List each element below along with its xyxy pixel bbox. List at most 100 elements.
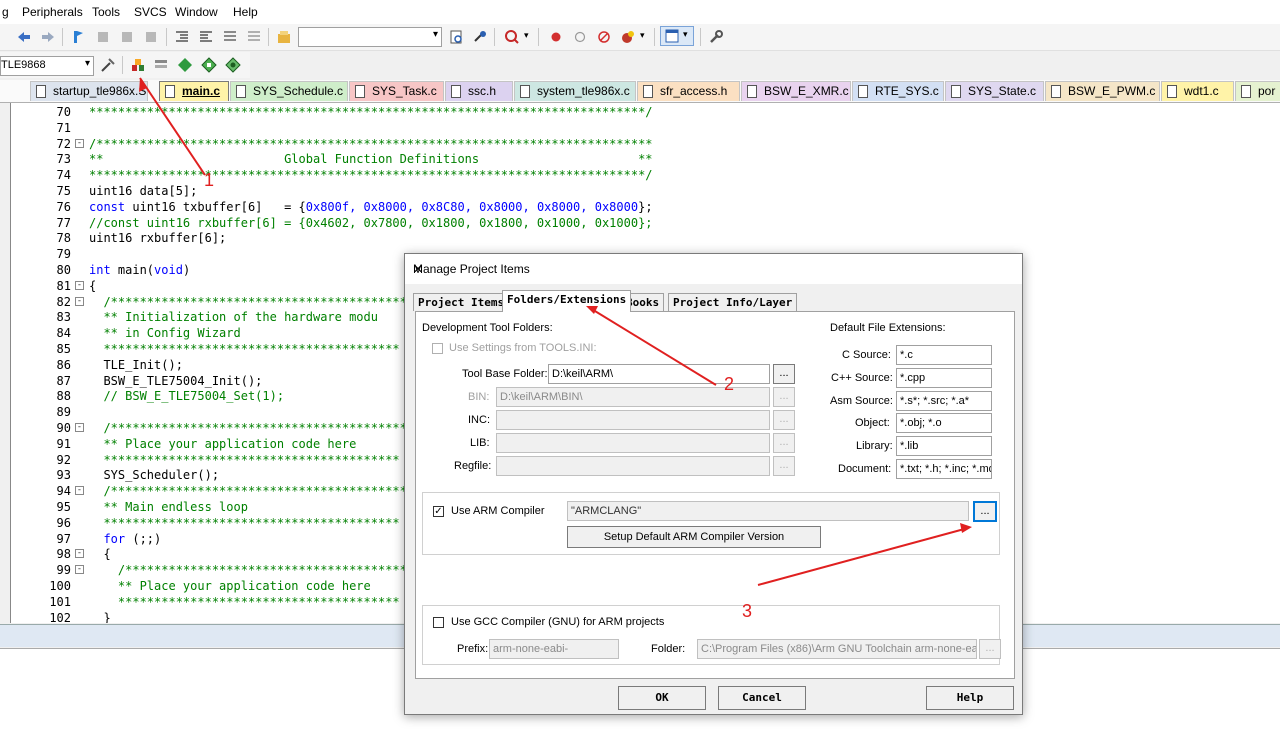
bookmark-icon[interactable] <box>70 29 86 45</box>
tab-wdt1-c[interactable]: wdt1.c <box>1161 81 1234 101</box>
asm-source-input[interactable]: *.s*; *.src; *.a* <box>896 391 992 411</box>
code-line[interactable]: 76 const uint16 txbuffer[6] = {0x800f, 0x… <box>11 199 1280 215</box>
menu-item-help[interactable]: Help <box>233 5 258 19</box>
uncomment-icon[interactable] <box>246 29 262 45</box>
code-line[interactable]: 71 <box>11 120 1280 136</box>
cancel-button[interactable]: Cancel <box>718 686 806 710</box>
fold-toggle-icon[interactable]: - <box>75 296 84 306</box>
document-input[interactable]: *.txt; *.h; *.inc; *.md <box>896 459 992 479</box>
tab-rte-sys-c[interactable]: RTE_SYS.c <box>852 81 944 101</box>
breakpoint-dropdown-icon[interactable]: ▾ <box>640 30 645 41</box>
tab-system-tle986x-c[interactable]: system_tle986x.c <box>514 81 636 101</box>
find-in-files-icon[interactable] <box>276 29 292 45</box>
code-line[interactable]: 78 uint16 rxbuffer[6]; <box>11 230 1280 246</box>
tab-bsw-e-pwm-c[interactable]: BSW_E_PWM.c <box>1045 81 1160 101</box>
menu-item-project[interactable]: g <box>2 5 9 19</box>
file-extensions-icon[interactable] <box>130 57 146 73</box>
c-source-input[interactable]: *.c <box>896 345 992 365</box>
cpp-source-input[interactable]: *.cpp <box>896 368 992 388</box>
fold-toggle-icon[interactable]: - <box>75 138 84 148</box>
menu-item-svcs[interactable]: SVCS <box>134 5 167 19</box>
fold-toggle-icon[interactable]: - <box>75 280 84 290</box>
inc-input[interactable] <box>496 410 770 430</box>
bookmark-clear-icon[interactable] <box>143 29 159 45</box>
use-gcc-compiler-checkbox[interactable] <box>433 617 444 628</box>
file-icon <box>1167 85 1177 98</box>
code-text: ** Global Function Definitions ** <box>89 152 653 167</box>
run-time-env-icon[interactable] <box>225 57 241 73</box>
pack-installer-icon[interactable] <box>201 57 217 73</box>
code-line[interactable]: 73 ** Global Function Definitions ** <box>11 151 1280 167</box>
use-arm-compiler-checkbox[interactable]: ✓ <box>433 506 444 517</box>
tool-base-browse-button[interactable]: ... <box>773 364 795 384</box>
fold-toggle-icon[interactable]: - <box>75 486 84 496</box>
tab-main-c[interactable]: main.c <box>159 81 229 101</box>
inc-browse-button[interactable]: ... <box>773 410 795 430</box>
fold-toggle-icon[interactable]: - <box>75 549 84 559</box>
menu-item-tools[interactable]: Tools <box>92 5 120 19</box>
object-input[interactable]: *.obj; *.o <box>896 413 992 433</box>
nav-back-icon[interactable] <box>16 29 32 45</box>
use-settings-checkbox[interactable] <box>432 343 443 354</box>
bookmark-next-icon[interactable] <box>119 29 135 45</box>
arm-compiler-browse-button[interactable]: ... <box>973 501 997 522</box>
code-line[interactable]: 70 **************************************… <box>11 104 1280 120</box>
fold-toggle-icon[interactable]: - <box>75 423 84 432</box>
tab-ssc-h[interactable]: ssc.h <box>445 81 513 101</box>
lib-browse-button[interactable]: ... <box>773 433 795 453</box>
indent-icon[interactable] <box>174 29 190 45</box>
setup-default-compiler-button[interactable]: Setup Default ARM Compiler Version <box>567 526 821 548</box>
tab-por[interactable]: por <box>1235 81 1280 101</box>
gcc-folder-input[interactable]: C:\Program Files (x86)\Arm GNU Toolchain… <box>697 639 977 659</box>
code-line[interactable]: 77 //const uint16 rxbuffer[6] = {0x4602, … <box>11 215 1280 231</box>
code-line[interactable]: 72-/************************************… <box>11 136 1280 152</box>
unindent-icon[interactable] <box>198 29 214 45</box>
manage-project-items-dialog: Manage Project Items ✕ Project Items Fol… <box>404 253 1023 715</box>
library-input[interactable]: *.lib <box>896 436 992 456</box>
menu-item-window[interactable]: Window <box>175 5 218 19</box>
select-packs-icon[interactable] <box>177 57 193 73</box>
code-line[interactable]: 75 uint16 data[5]; <box>11 183 1280 199</box>
tab-sfr-access-h[interactable]: sfr_access.h <box>637 81 740 101</box>
incremental-find-icon[interactable] <box>472 29 488 45</box>
tab-project-info-layer[interactable]: Project Info/Layer <box>668 293 798 311</box>
lib-input[interactable] <box>496 433 770 453</box>
tool-base-folder-input[interactable]: D:\keil\ARM\ <box>548 364 770 384</box>
tab-sys-state-c[interactable]: SYS_State.c <box>945 81 1044 101</box>
arm-compiler-input[interactable]: "ARMCLANG" <box>567 501 969 521</box>
configure-icon[interactable] <box>708 29 724 45</box>
debug-session-icon[interactable] <box>504 29 520 45</box>
tab-bsw-e-xmr-c[interactable]: BSW_E_XMR.c <box>741 81 851 101</box>
default-ext-label: Default File Extensions: <box>830 322 946 334</box>
kill-breakpoints-icon[interactable] <box>620 29 636 45</box>
regfile-browse-button[interactable]: ... <box>773 456 795 476</box>
target-options-icon[interactable] <box>100 57 116 73</box>
manage-components-icon[interactable] <box>153 57 169 73</box>
tab-sys-task-c[interactable]: SYS_Task.c <box>349 81 444 101</box>
code-line[interactable]: 74 **************************************… <box>11 167 1280 183</box>
window-layout-button[interactable]: ▾ <box>660 26 694 46</box>
prefix-input[interactable]: arm-none-eabi- <box>489 639 619 659</box>
tab-startup-tle986x-s[interactable]: startup_tle986x.S <box>30 81 148 101</box>
fold-toggle-icon[interactable]: - <box>75 565 84 575</box>
menu-item-peripherals[interactable]: Peripherals <box>22 5 83 19</box>
regfile-input[interactable] <box>496 456 770 476</box>
insert-breakpoint-icon[interactable] <box>548 29 564 45</box>
tab-project-items[interactable]: Project Items <box>413 293 510 311</box>
bookmark-prev-icon[interactable] <box>95 29 111 45</box>
ok-button[interactable]: OK <box>618 686 706 710</box>
tab-sys-schedule-c[interactable]: SYS_Schedule.c <box>230 81 348 101</box>
comment-icon[interactable] <box>222 29 238 45</box>
disable-breakpoints-icon[interactable] <box>596 29 612 45</box>
tab-folders-extensions[interactable]: Folders/Extensions <box>502 290 632 312</box>
find-combo[interactable]: ▾ <box>298 27 442 47</box>
find-icon[interactable] <box>448 29 464 45</box>
help-button[interactable]: Help <box>926 686 1014 710</box>
enable-breakpoint-icon[interactable] <box>572 29 588 45</box>
debug-dropdown-icon[interactable]: ▾ <box>524 30 529 41</box>
gcc-folder-browse-button[interactable]: ... <box>979 639 1001 659</box>
bin-browse-button[interactable]: ... <box>773 387 795 407</box>
nav-forward-icon[interactable] <box>40 29 56 45</box>
target-select[interactable]: TLE9868 ▾ <box>0 56 94 76</box>
close-icon[interactable]: ✕ <box>413 262 1014 276</box>
